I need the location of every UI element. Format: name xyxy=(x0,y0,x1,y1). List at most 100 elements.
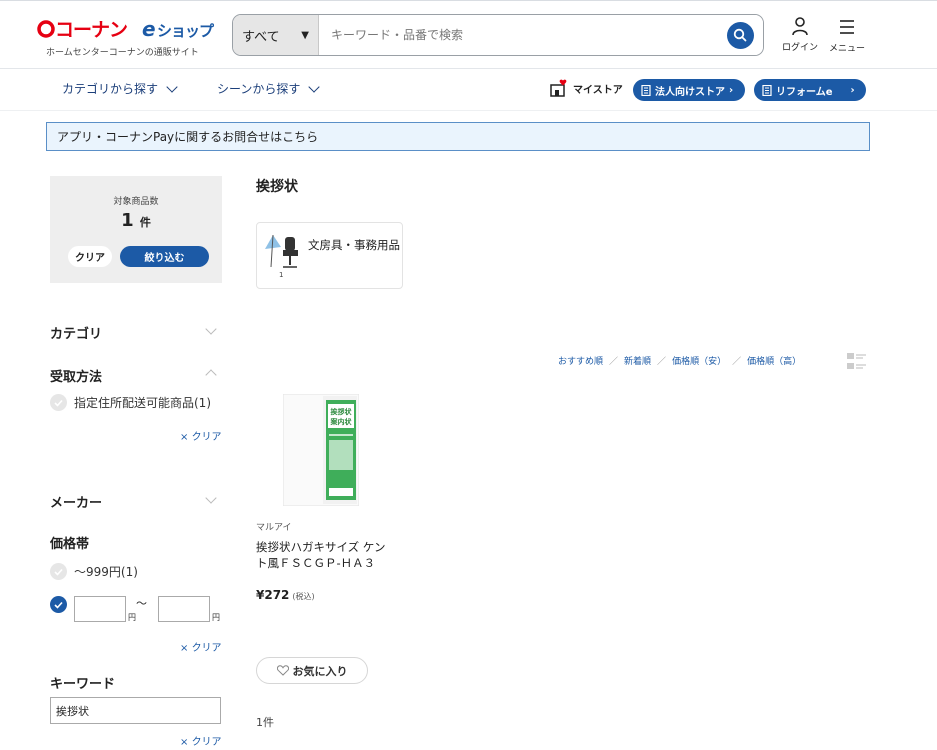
site-logo[interactable]: コーナン e ショップ ホームセンターコーナンの通販サイト xyxy=(36,15,221,58)
search-input[interactable] xyxy=(319,15,717,55)
product-name[interactable]: 挨拶状ハガキサイズ ケント風ＦＳＣＧＰ-ＨＡ３ xyxy=(256,539,386,571)
sort-separator: ／ xyxy=(732,357,742,367)
logo-image: コーナン e ショップ xyxy=(37,17,216,41)
keyword-clear-label: クリア xyxy=(191,737,222,748)
result-count-footer: 1件 xyxy=(256,716,274,729)
chevron-right-icon: › xyxy=(729,84,734,96)
package-text-2: 案内状 xyxy=(331,417,353,426)
category-browse-link[interactable]: カテゴリから探す xyxy=(62,80,178,97)
sort-separator: ／ xyxy=(657,357,667,367)
heart-outline-icon xyxy=(276,665,289,676)
price-clear-link[interactable]: × クリア xyxy=(180,639,222,654)
product-image[interactable]: 挨拶状 案内状 xyxy=(282,393,360,507)
facet-keyword-heading: キーワード xyxy=(50,677,116,692)
checkbox-icon[interactable] xyxy=(50,394,67,411)
pickup-clear-label: クリア xyxy=(191,432,222,443)
count-value-wrap: 1 件 xyxy=(50,210,222,231)
category-thumb-count: 1 xyxy=(279,271,284,279)
price-option-label: ～999円(1) xyxy=(74,565,138,579)
clear-button[interactable]: クリア xyxy=(68,246,112,267)
notice-text: アプリ・コーナンPayに関するお問合せはこちら xyxy=(57,130,319,144)
checkbox-checked-icon[interactable] xyxy=(50,596,67,613)
scene-browse-label: シーンから探す xyxy=(217,82,301,96)
building-icon xyxy=(762,84,772,96)
price-min-input[interactable] xyxy=(74,596,126,622)
sort-newest[interactable]: 新着順 xyxy=(624,354,651,367)
sort-price-high[interactable]: 価格順（高） xyxy=(747,354,801,367)
sort-recommended[interactable]: おすすめ順 xyxy=(558,354,603,367)
dropdown-triangle-icon: ▼ xyxy=(301,29,309,41)
category-card[interactable]: 1 文房具・事務用品 xyxy=(256,222,403,289)
corporate-store-button[interactable]: 法人向けストア › xyxy=(633,79,745,101)
price-value: ¥272 xyxy=(256,588,290,602)
checkbox-icon[interactable] xyxy=(50,563,67,580)
facet-price-heading: 価格帯 xyxy=(50,537,90,552)
count-label: 対象商品数 xyxy=(113,197,159,207)
package-text-1: 挨拶状 xyxy=(331,407,353,416)
product-package: 挨拶状 案内状 xyxy=(282,393,360,507)
keyword-input[interactable] xyxy=(50,697,221,724)
login-button[interactable]: ログイン xyxy=(780,16,820,53)
corporate-store-label: 法人向けストア xyxy=(655,86,725,98)
search-button[interactable] xyxy=(717,15,763,55)
hamburger-icon xyxy=(840,20,854,34)
chevron-down-icon xyxy=(166,81,178,93)
price-clear-label: クリア xyxy=(191,643,222,654)
pickup-clear-link[interactable]: × クリア xyxy=(180,428,222,443)
search-category-value: すべて xyxy=(242,29,280,45)
sort-separator: ／ xyxy=(609,357,619,367)
price-option[interactable]: ～999円(1) xyxy=(50,563,138,580)
sort-options: おすすめ順 ／ 新着順 ／ 価格順（安） ／ 価格順（高） xyxy=(558,354,801,367)
yen-label: 円 xyxy=(128,613,136,622)
yen-label: 円 xyxy=(212,613,220,622)
favorite-button[interactable]: お気に入り xyxy=(256,657,368,684)
sort-price-low[interactable]: 価格順（安） xyxy=(672,354,726,367)
mystore-label: マイストア xyxy=(573,84,623,96)
search-icon xyxy=(726,21,754,49)
search-category-select[interactable]: すべて ▼ xyxy=(233,15,319,55)
category-card-label: 文房具・事務用品 xyxy=(308,238,400,252)
favorite-label: お気に入り xyxy=(292,664,348,678)
chevron-right-icon: › xyxy=(850,84,855,96)
list-view-icon[interactable] xyxy=(847,352,866,371)
facet-category-heading[interactable]: カテゴリ xyxy=(50,323,102,342)
pickup-option[interactable]: 指定住所配送可能商品(1) xyxy=(50,394,211,411)
reform-button[interactable]: リフォームe › xyxy=(754,79,866,101)
keyword-clear-link[interactable]: × クリア xyxy=(180,733,222,748)
stationery-thumbnail xyxy=(265,234,298,268)
mystore-link[interactable]: マイストア xyxy=(550,79,623,97)
price-range-row xyxy=(50,596,67,613)
price-max-input[interactable] xyxy=(158,596,210,622)
result-count-box: 対象商品数 1 件 クリア 絞り込む xyxy=(50,176,222,283)
sub-navigation: カテゴリから探す シーンから探す マイストア 法人向けストア › リフォームe … xyxy=(0,69,937,111)
page-title: 挨拶状 xyxy=(256,179,298,195)
tax-label: (税込) xyxy=(292,592,315,601)
logo-tagline: ホームセンターコーナンの通販サイト xyxy=(46,48,199,58)
svg-text:ショップ: ショップ xyxy=(157,22,215,40)
count-unit: 件 xyxy=(139,216,151,229)
facet-pickup-heading[interactable]: 受取方法 xyxy=(50,366,102,385)
menu-label: メニュー xyxy=(828,44,865,54)
building-icon xyxy=(641,84,651,96)
refine-button[interactable]: 絞り込む xyxy=(120,246,209,267)
product-price: ¥272 (税込) xyxy=(256,588,315,602)
facet-maker-heading[interactable]: メーカー xyxy=(50,492,102,511)
menu-button[interactable]: メニュー xyxy=(826,19,868,54)
pickup-option-label: 指定住所配送可能商品(1) xyxy=(74,396,211,410)
reform-label: リフォームe xyxy=(776,86,833,98)
svg-text:e: e xyxy=(142,17,155,41)
site-header: コーナン e ショップ ホームセンターコーナンの通販サイト すべて ▼ ログイン… xyxy=(0,0,937,69)
chevron-down-icon[interactable] xyxy=(205,492,217,504)
chevron-down-icon[interactable] xyxy=(205,323,217,335)
logo-wordmark: コーナン e ショップ xyxy=(36,15,221,48)
search-box: すべて ▼ xyxy=(232,14,764,56)
user-icon xyxy=(792,17,808,36)
product-brand: マルアイ xyxy=(256,523,292,533)
count-value: 1 xyxy=(121,210,134,231)
store-heart-icon xyxy=(550,79,567,97)
chevron-up-icon[interactable] xyxy=(205,369,217,381)
scene-browse-link[interactable]: シーンから探す xyxy=(217,80,321,97)
price-tilde: ～ xyxy=(136,597,147,610)
category-browse-label: カテゴリから探す xyxy=(62,82,159,96)
notice-banner[interactable]: アプリ・コーナンPayに関するお問合せはこちら xyxy=(46,122,870,151)
